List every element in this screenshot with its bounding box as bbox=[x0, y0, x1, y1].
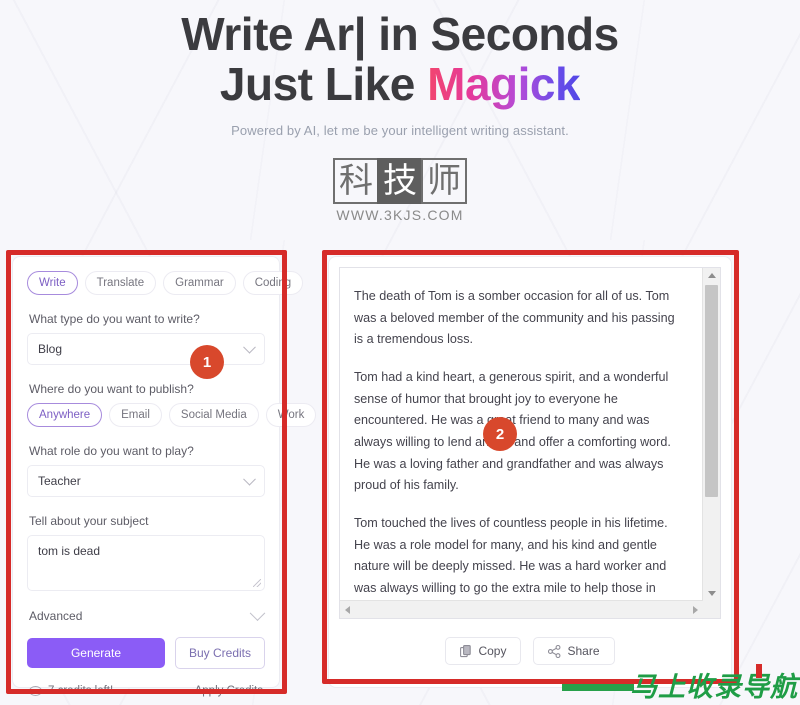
scrollbar-corner bbox=[703, 601, 720, 618]
watermark: 马上收录导航 bbox=[562, 664, 800, 703]
generated-text: The death of Tom is a somber occasion fo… bbox=[340, 268, 703, 601]
tab-translate[interactable]: Translate bbox=[84, 271, 157, 295]
tab-grammar[interactable]: Grammar bbox=[163, 271, 236, 295]
watermark-text: 马上收录导航 bbox=[630, 672, 798, 703]
scroll-up-arrow-icon[interactable] bbox=[708, 273, 716, 278]
subject-label: Tell about your subject bbox=[29, 514, 149, 528]
logo-char-1: 科 bbox=[333, 158, 379, 204]
scroll-right-arrow-icon[interactable] bbox=[693, 606, 698, 614]
tab-coding[interactable]: Coding bbox=[242, 271, 304, 295]
generate-button[interactable]: Generate bbox=[27, 638, 165, 668]
output-paragraph: Tom touched the lives of countless peopl… bbox=[354, 515, 668, 595]
logo-characters: 科 技 师 bbox=[333, 158, 467, 204]
write-type-select[interactable]: Blog bbox=[27, 333, 265, 365]
share-icon bbox=[548, 644, 561, 658]
credits-text: 7 credits left! bbox=[48, 685, 114, 697]
role-select[interactable]: Teacher bbox=[27, 465, 265, 497]
advanced-label: Advanced bbox=[29, 609, 83, 623]
output-panel: The death of Tom is a somber occasion fo… bbox=[328, 256, 732, 688]
publish-option-anywhere[interactable]: Anywhere bbox=[27, 403, 103, 427]
vertical-scrollbar-thumb[interactable] bbox=[705, 285, 718, 497]
role-label: What role do you want to play? bbox=[29, 444, 194, 458]
clipboard-icon bbox=[460, 644, 472, 657]
annotation-badge-1: 1 bbox=[190, 345, 224, 379]
page-title: Write Ar| in Seconds Just Like Magick bbox=[0, 10, 800, 109]
output-actions: Copy Share bbox=[339, 637, 721, 665]
horizontal-scrollbar-thumb[interactable] bbox=[357, 603, 687, 616]
headline-line-2-prefix: Just Like bbox=[219, 58, 428, 111]
publish-option-social-media[interactable]: Social Media bbox=[168, 403, 259, 427]
publish-target-label: Where do you want to publish? bbox=[29, 382, 194, 396]
scroll-down-arrow-icon[interactable] bbox=[708, 591, 716, 596]
output-paragraph: Tom had a kind heart, a generous spirit,… bbox=[354, 369, 671, 493]
publish-option-email[interactable]: Email bbox=[109, 403, 162, 427]
share-button[interactable]: Share bbox=[533, 637, 615, 665]
resize-handle[interactable] bbox=[253, 579, 261, 587]
credits-bar: 7 credits left! Apply Credits bbox=[27, 685, 265, 697]
write-type-label: What type do you want to write? bbox=[29, 312, 200, 326]
chevron-down-icon bbox=[243, 472, 256, 486]
hero-subtitle: Powered by AI, let me be your intelligen… bbox=[231, 122, 569, 138]
output-scroll-area[interactable]: The death of Tom is a somber occasion fo… bbox=[339, 267, 721, 619]
headline-line-2: Just Like Magick bbox=[0, 60, 800, 108]
copy-button[interactable]: Copy bbox=[445, 637, 522, 665]
watermark-bar bbox=[562, 684, 634, 691]
vertical-scrollbar[interactable] bbox=[702, 268, 720, 601]
tab-write[interactable]: Write bbox=[27, 271, 78, 295]
logo-char-3: 师 bbox=[421, 158, 467, 204]
headline-accent-word: Magick bbox=[427, 58, 581, 111]
role-value: Teacher bbox=[38, 474, 81, 488]
credits-status: 7 credits left! bbox=[29, 685, 113, 697]
copy-label: Copy bbox=[478, 644, 507, 658]
hero-section: Write Ar| in Seconds Just Like Magick Po… bbox=[0, 0, 800, 138]
scroll-left-arrow-icon[interactable] bbox=[345, 606, 350, 614]
subject-value: tom is dead bbox=[38, 544, 101, 558]
form-actions: Generate Buy Credits bbox=[27, 637, 265, 669]
advanced-toggle[interactable]: Advanced bbox=[27, 604, 266, 623]
generator-form-panel: Write Translate Grammar Coding What type… bbox=[12, 256, 317, 697]
annotation-badge-2: 2 bbox=[483, 417, 517, 451]
buy-credits-button[interactable]: Buy Credits bbox=[174, 637, 265, 669]
logo-char-2: 技 bbox=[377, 158, 423, 204]
publish-target-options: Anywhere Email Social Media Work bbox=[27, 403, 317, 427]
write-type-value: Blog bbox=[38, 342, 63, 356]
share-label: Share bbox=[567, 644, 600, 658]
headline-line-1: Write Ar| in Seconds bbox=[181, 8, 619, 60]
watermark-tick bbox=[756, 664, 762, 678]
output-paragraph: The death of Tom is a somber occasion fo… bbox=[354, 289, 675, 347]
publish-option-work[interactable]: Work bbox=[265, 403, 317, 427]
horizontal-scrollbar[interactable] bbox=[340, 600, 703, 618]
mode-tabs: Write Translate Grammar Coding bbox=[27, 271, 304, 295]
chevron-down-icon bbox=[243, 340, 256, 354]
chevron-down-icon bbox=[249, 604, 266, 621]
coin-icon bbox=[29, 686, 42, 696]
apply-credits-link[interactable]: Apply Credits bbox=[195, 685, 263, 697]
site-logo: 科 技 师 WWW.3KJS.COM bbox=[0, 158, 800, 223]
logo-url: WWW.3KJS.COM bbox=[336, 207, 464, 223]
subject-textarea[interactable]: tom is dead bbox=[27, 535, 265, 591]
